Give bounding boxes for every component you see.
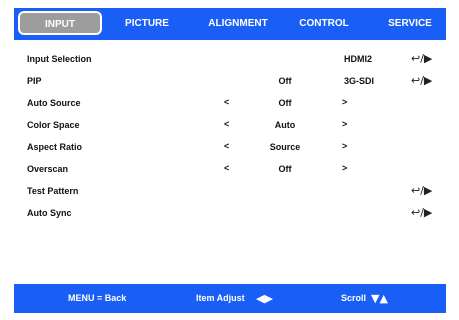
left-right-arrows-icon: ◀▶ [256,292,273,305]
row-input-selection[interactable]: Input Selection HDMI2 ↩/▶ [14,52,446,70]
increase-arrow-icon[interactable]: > [342,141,347,151]
tab-bar: INPUT PICTURE ALIGNMENT CONTROL SERVICE [14,8,446,40]
increase-arrow-icon[interactable]: > [342,119,347,129]
pip-source-value: 3G-SDI [344,76,375,86]
row-auto-sync[interactable]: Auto Sync ↩/▶ [14,206,446,224]
row-auto-source[interactable]: Auto Source < Off > [14,97,446,114]
row-label: Test Pattern [27,186,79,196]
enter-arrow-icon[interactable]: ↩/▶ [411,52,432,65]
decrease-arrow-icon[interactable]: < [224,97,229,107]
row-label: Color Space [27,120,80,130]
color-space-value: Auto [274,120,296,130]
row-label: Auto Source [27,98,81,108]
row-label: Input Selection [27,54,92,64]
tab-service[interactable]: SERVICE [374,8,446,40]
row-overscan[interactable]: Overscan < Off > [14,163,446,180]
osd-menu: INPUT PICTURE ALIGNMENT CONTROL SERVICE … [14,8,446,313]
item-adjust-hint: Item Adjust [196,293,245,303]
overscan-value: Off [278,164,292,174]
row-color-space[interactable]: Color Space < Auto > [14,119,446,136]
footer-bar: MENU = Back Item Adjust ◀▶ Scroll ▼▲ [14,284,446,313]
scroll-hint: Scroll [341,293,367,303]
current-source-value: HDMI2 [344,54,373,64]
down-up-arrows-icon: ▼▲ [371,292,388,305]
enter-arrow-icon[interactable]: ↩/▶ [411,74,432,87]
decrease-arrow-icon[interactable]: < [224,119,229,129]
enter-arrow-icon[interactable]: ↩/▶ [411,206,432,219]
auto-source-value: Off [278,98,292,108]
aspect-ratio-value: Source [269,142,301,152]
tab-picture[interactable]: PICTURE [112,8,182,40]
tab-input[interactable]: INPUT [18,11,102,35]
menu-back-hint: MENU = Back [68,293,127,303]
increase-arrow-icon[interactable]: > [342,163,347,173]
tab-control[interactable]: CONTROL [289,8,359,40]
row-test-pattern[interactable]: Test Pattern ↩/▶ [14,184,446,202]
row-label: PIP [27,76,42,86]
decrease-arrow-icon[interactable]: < [224,163,229,173]
enter-arrow-icon[interactable]: ↩/▶ [411,184,432,197]
pip-value: Off [278,76,292,86]
row-pip[interactable]: PIP Off 3G-SDI ↩/▶ [14,74,446,92]
tab-alignment[interactable]: ALIGNMENT [197,8,279,40]
increase-arrow-icon[interactable]: > [342,97,347,107]
row-label: Overscan [27,164,69,174]
row-label: Auto Sync [27,208,72,218]
row-label: Aspect Ratio [27,142,83,152]
row-aspect-ratio[interactable]: Aspect Ratio < Source > [14,141,446,158]
decrease-arrow-icon[interactable]: < [224,141,229,151]
